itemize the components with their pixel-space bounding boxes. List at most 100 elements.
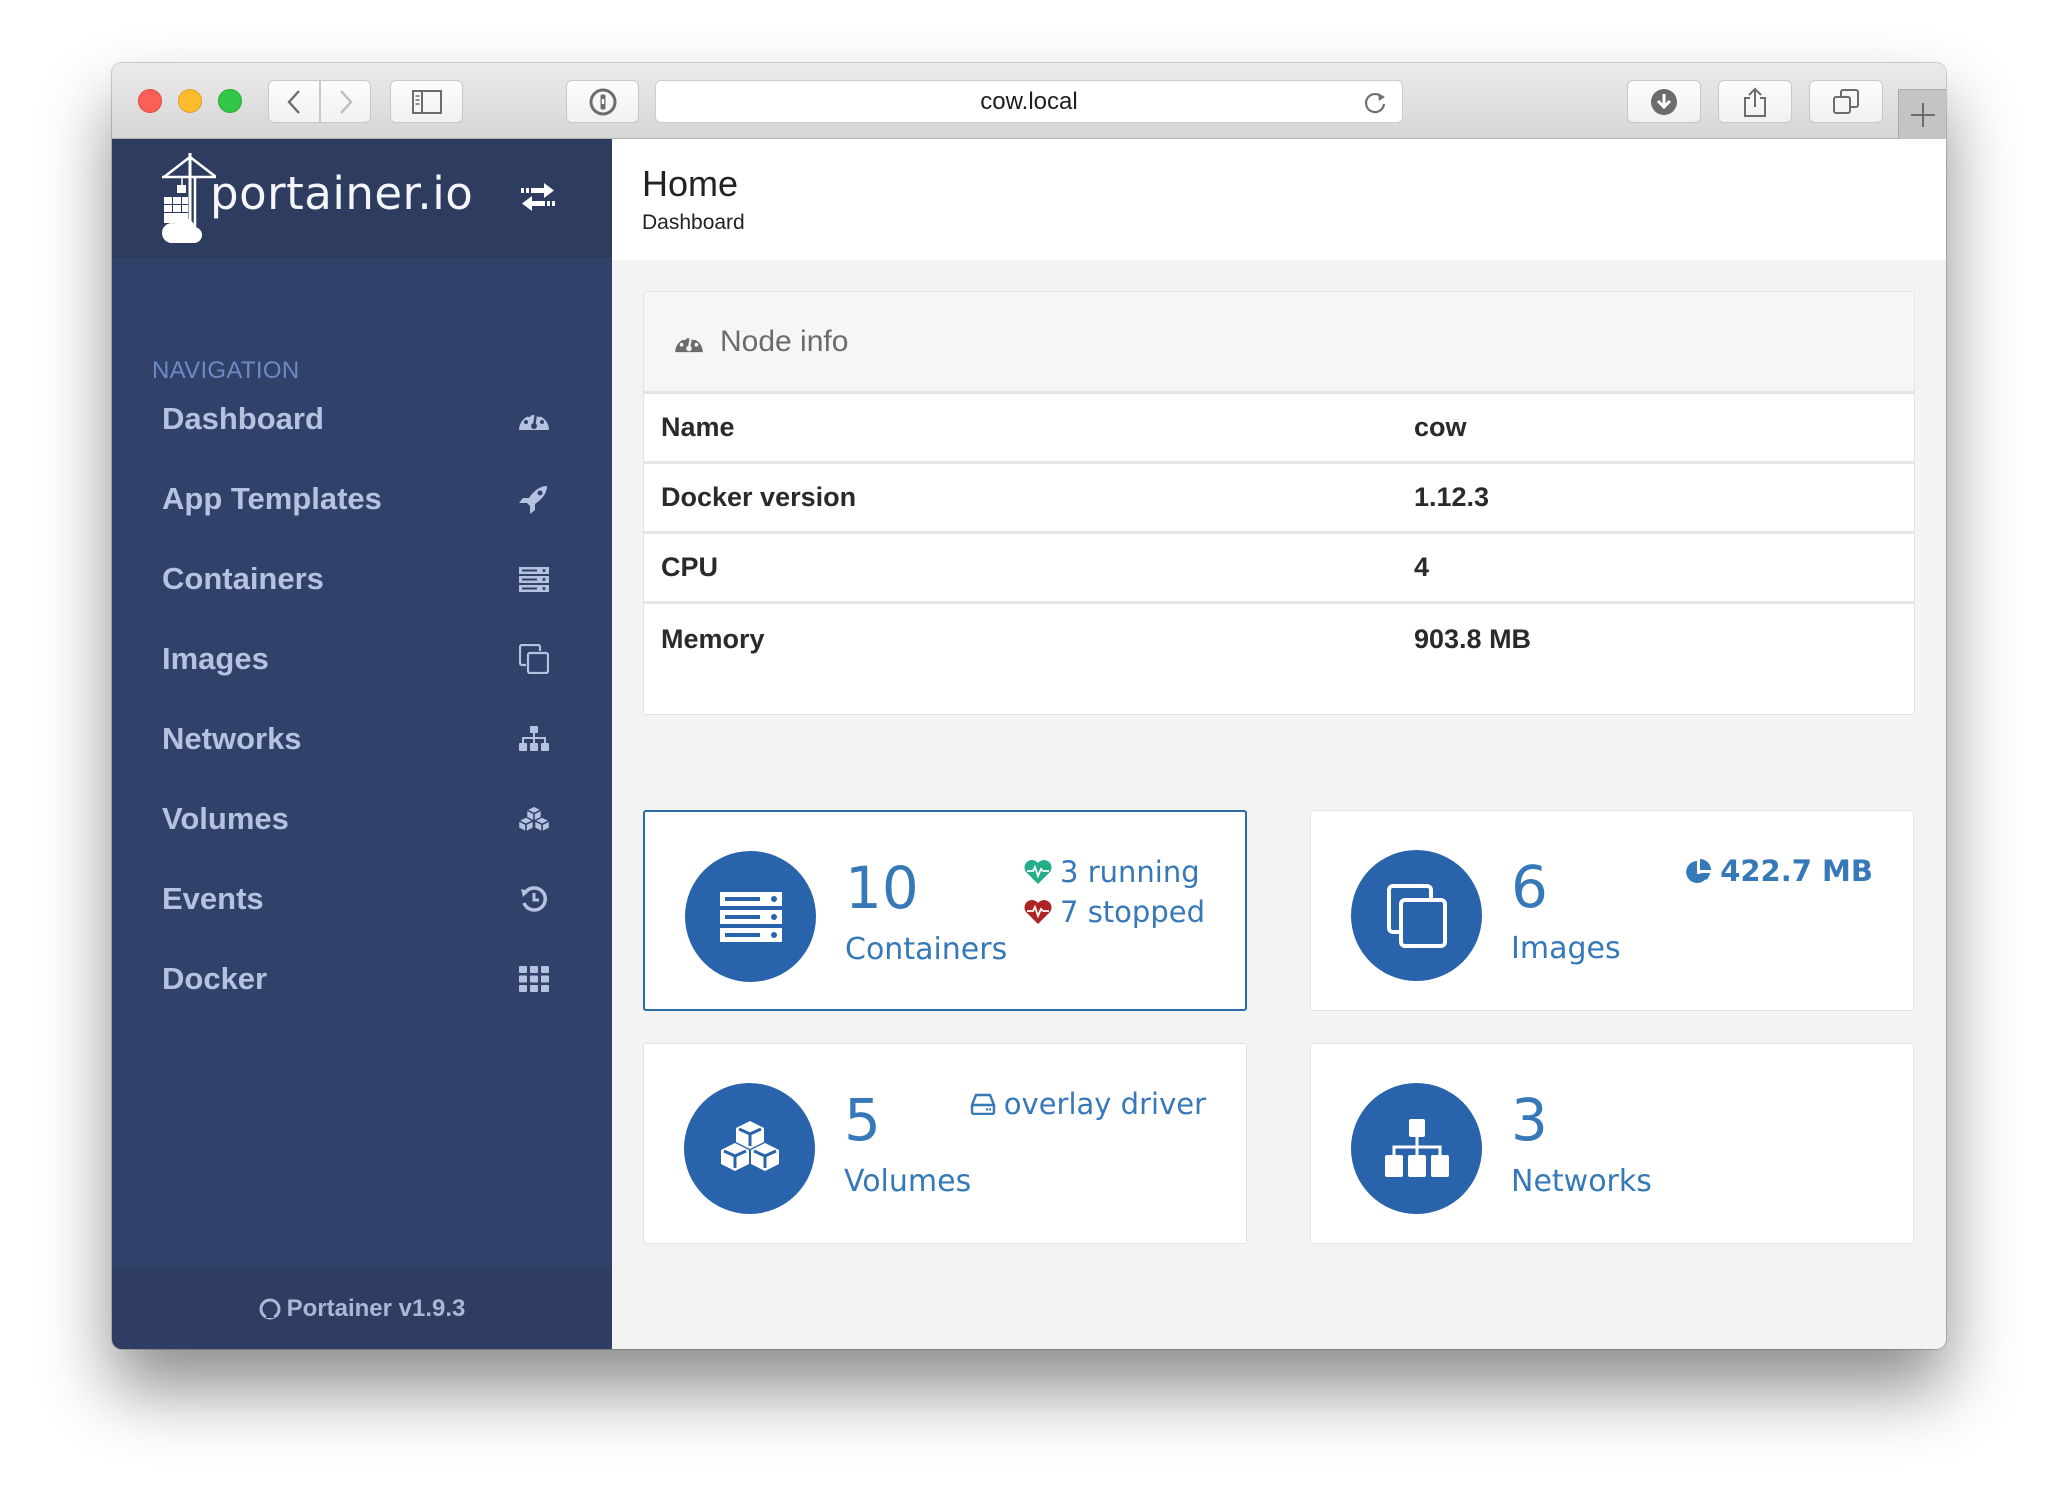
dashboard-icon xyxy=(675,335,703,352)
images-card[interactable]: 6 Images 422.7 MB xyxy=(1310,810,1914,1011)
rocket-icon xyxy=(517,482,551,516)
containers-label: Containers xyxy=(845,932,1008,967)
volumes-driver: overlay driver xyxy=(970,1084,1206,1124)
sidebar-footer: Portainer v1.9.3 xyxy=(112,1269,612,1349)
table-row: CPU 4 xyxy=(644,534,1914,604)
server-icon xyxy=(719,891,782,942)
sidebar-icon xyxy=(411,89,442,114)
containers-count: 10 xyxy=(845,854,919,922)
downloads-button[interactable] xyxy=(1627,80,1701,123)
tab-overview-button[interactable] xyxy=(1809,80,1883,123)
row-value: 4 xyxy=(1414,552,1430,582)
table-row: Name cow xyxy=(644,394,1914,464)
sidebar-item-events[interactable]: Events xyxy=(112,859,612,939)
images-label: Images xyxy=(1511,931,1621,966)
volumes-driver-value: overlay driver xyxy=(1003,1087,1206,1121)
table-row: Docker version 1.12.3 xyxy=(644,464,1914,534)
sidebar-item-volumes[interactable]: Volumes xyxy=(112,779,612,859)
minimize-window-button[interactable] xyxy=(178,89,202,113)
server-icon xyxy=(517,562,551,596)
sidebar-item-dashboard[interactable]: Dashboard xyxy=(112,379,612,459)
sidebar-item-label: Images xyxy=(162,641,269,676)
page-header: Home Dashboard xyxy=(612,139,1946,260)
row-key: Name xyxy=(661,412,735,442)
row-value: cow xyxy=(1414,412,1467,442)
row-key: Docker version xyxy=(661,482,857,512)
hdd-icon xyxy=(970,1093,995,1115)
sidebar-item-images[interactable]: Images xyxy=(112,619,612,699)
reload-icon[interactable] xyxy=(1362,90,1388,116)
new-tab-button[interactable] xyxy=(1898,89,1946,139)
panel-title: Node info xyxy=(720,324,849,358)
running-count: 3 running xyxy=(1060,855,1200,889)
th-grid-icon xyxy=(517,962,551,996)
stopped-count: 7 stopped xyxy=(1060,895,1205,929)
sitemap-icon xyxy=(517,722,551,756)
clone-icon xyxy=(517,642,551,676)
password-manager-button[interactable] xyxy=(566,80,639,123)
networks-card[interactable]: 3 Networks xyxy=(1310,1043,1914,1244)
sidebar-item-containers[interactable]: Containers xyxy=(112,539,612,619)
download-icon xyxy=(1651,88,1677,115)
cubes-icon xyxy=(517,802,551,836)
sidebar-item-label: App Templates xyxy=(162,481,382,516)
sidebar-item-label: Dashboard xyxy=(162,401,324,436)
containers-card[interactable]: 10 Containers 3 running 7 stopped xyxy=(643,810,1247,1011)
pie-chart-icon xyxy=(1686,859,1712,883)
breadcrumb: Dashboard xyxy=(642,211,745,234)
clone-icon xyxy=(1386,883,1447,948)
zoom-window-button[interactable] xyxy=(218,89,242,113)
sidebar-item-label: Networks xyxy=(162,721,302,756)
volumes-label: Volumes xyxy=(844,1164,972,1199)
row-key: Memory xyxy=(661,623,765,654)
volumes-circle xyxy=(684,1083,815,1214)
github-icon[interactable] xyxy=(259,1298,281,1320)
tabs-icon xyxy=(1833,88,1859,114)
sidebar-item-networks[interactable]: Networks xyxy=(112,699,612,779)
sidebar-item-label: Volumes xyxy=(162,801,289,836)
containers-status: 3 running 7 stopped xyxy=(1024,852,1205,932)
sidebar-item-app-templates[interactable]: App Templates xyxy=(112,459,612,539)
plus-icon xyxy=(1910,102,1935,127)
heartbeat-icon xyxy=(1024,860,1052,884)
cubes-icon xyxy=(720,1120,779,1171)
volumes-count: 5 xyxy=(844,1086,881,1154)
portainer-logo-icon[interactable] xyxy=(160,151,216,247)
browser-window: cow.local portainer.io NAVIGATION Dashbo… xyxy=(112,63,1946,1349)
row-value: 903.8 MB xyxy=(1414,623,1532,654)
forward-button[interactable] xyxy=(320,80,371,123)
networks-circle xyxy=(1351,1083,1482,1214)
volumes-card[interactable]: 5 Volumes overlay driver xyxy=(643,1043,1247,1244)
node-info-heading: Node info xyxy=(644,292,1914,394)
containers-circle xyxy=(685,851,816,982)
share-button[interactable] xyxy=(1718,80,1792,123)
sidebar-item-label: Events xyxy=(162,881,264,916)
networks-label: Networks xyxy=(1511,1164,1652,1199)
row-value: 1.12.3 xyxy=(1414,482,1490,512)
sitemap-icon xyxy=(1384,1118,1449,1177)
browser-toolbar: cow.local xyxy=(112,63,1946,139)
sidebar: portainer.io NAVIGATION Dashboard App Te… xyxy=(112,139,612,1349)
heartbeat-icon xyxy=(1024,900,1052,924)
main-content: Home Dashboard Node info Name cow Docker… xyxy=(612,139,1946,1349)
chevron-left-icon xyxy=(287,89,300,114)
table-row: Memory 903.8 MB xyxy=(644,604,1914,674)
url-bar[interactable]: cow.local xyxy=(655,80,1403,123)
close-window-button[interactable] xyxy=(138,89,162,113)
sidebar-item-label: Containers xyxy=(162,561,324,596)
version-link[interactable]: Portainer v1.9.3 xyxy=(287,1295,466,1323)
chevron-right-icon xyxy=(339,89,353,114)
row-key: CPU xyxy=(661,552,719,582)
images-count: 6 xyxy=(1511,853,1548,921)
share-icon xyxy=(1744,87,1766,117)
sidebar-item-docker[interactable]: Docker xyxy=(112,939,612,1019)
back-button[interactable] xyxy=(268,80,320,123)
page-title: Home xyxy=(642,163,739,204)
exchange-icon[interactable] xyxy=(519,182,557,212)
images-size: 422.7 MB xyxy=(1686,851,1873,891)
stopped-status: 7 stopped xyxy=(1024,892,1205,932)
networks-count: 3 xyxy=(1511,1086,1548,1154)
sidebar-toggle-button[interactable] xyxy=(390,80,463,123)
brand-name[interactable]: portainer.io xyxy=(210,167,473,220)
node-info-panel: Node info Name cow Docker version 1.12.3… xyxy=(643,291,1915,715)
